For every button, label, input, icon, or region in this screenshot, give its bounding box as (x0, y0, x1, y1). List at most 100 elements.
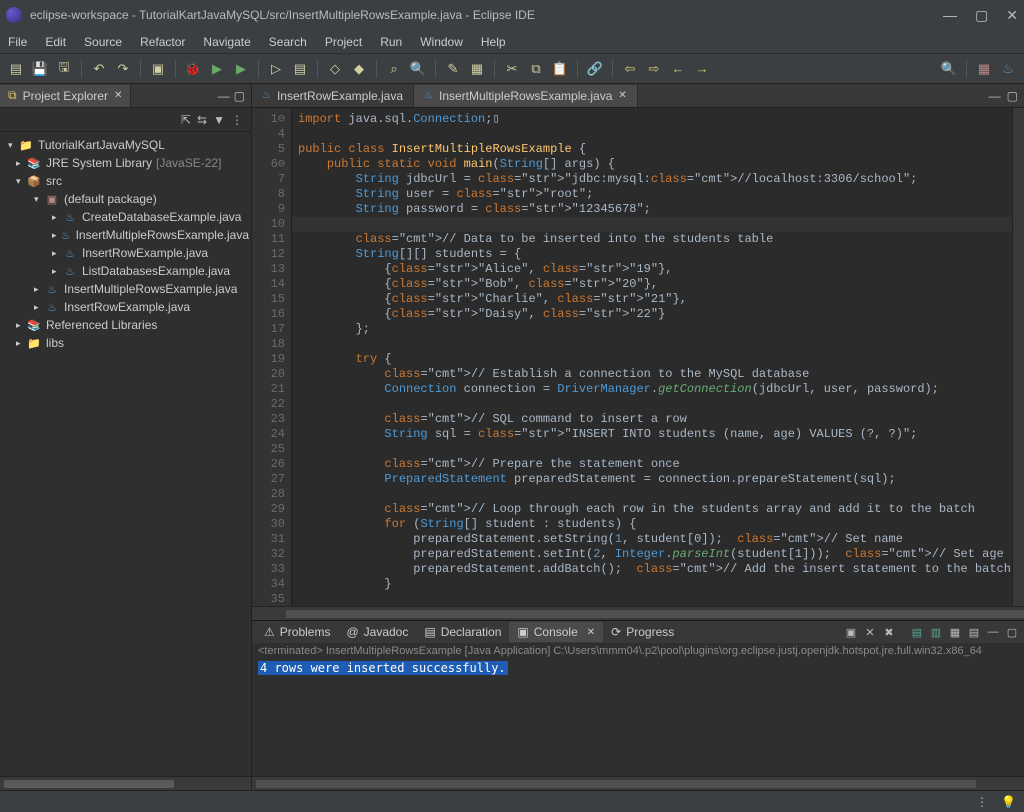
open-console-button[interactable]: ▤ (966, 626, 982, 639)
minimize-panel-button[interactable]: — (985, 626, 1001, 639)
bottom-tab-progress[interactable]: ⟳Progress (603, 622, 682, 642)
project-explorer-tab[interactable]: ⧉ Project Explorer ✕ (0, 85, 131, 107)
build-button[interactable]: ▣ (148, 59, 168, 79)
menu-edit[interactable]: Edit (45, 35, 66, 49)
maximize-editor-button[interactable]: ▢ (1007, 89, 1018, 103)
bottom-tabbar: ⚠Problems@Javadoc▤Declaration▣Console✕⟳P… (252, 621, 1024, 643)
maximize-view-button[interactable]: ▢ (234, 89, 245, 103)
coverage-button[interactable]: ▶ (231, 59, 251, 79)
code-area[interactable]: import java.sql.Connection;▯ public clas… (292, 108, 1012, 606)
code-editor[interactable]: 1⊖ 4 5 6⊖ 7 8 9 10 11 12 13 14 15 16 17 … (252, 108, 1024, 606)
file-node[interactable]: ▸♨CreateDatabaseExample.java (2, 208, 249, 226)
link-editor-button[interactable]: ⇆ (197, 113, 207, 127)
open-type-button[interactable]: ⌕ (384, 59, 404, 79)
copy-button[interactable]: ⧉ (526, 59, 546, 79)
ext-tools-button[interactable]: ▤ (290, 59, 310, 79)
tip-icon[interactable]: 💡 (1001, 795, 1016, 809)
link-button[interactable]: 🔗 (585, 59, 605, 79)
menu-search[interactable]: Search (269, 35, 307, 49)
console-hscrollbar[interactable] (252, 776, 1024, 790)
bottom-tab-javadoc[interactable]: @Javadoc (338, 622, 416, 642)
minimize-button[interactable]: — (943, 7, 957, 24)
save-button[interactable]: 💾 (30, 59, 50, 79)
separator (81, 60, 82, 78)
close-button[interactable]: ✕ (1006, 7, 1018, 24)
referenced-libs-node[interactable]: ▸📚 Referenced Libraries (2, 316, 249, 334)
menu-window[interactable]: Window (420, 35, 463, 49)
status-menu-button[interactable]: ⋮ (976, 795, 991, 809)
run-last-button[interactable]: ▷ (266, 59, 286, 79)
file-node[interactable]: ▸♨InsertRowExample.java (2, 244, 249, 262)
window-title: eclipse-workspace - TutorialKartJavaMySQ… (30, 8, 943, 22)
toggle-mark-button[interactable]: ✎ (443, 59, 463, 79)
scroll-lock-button[interactable]: ▤ (909, 626, 925, 639)
editor-tab-insertmultiple[interactable]: ♨ InsertMultipleRowsExample.java ✕ (414, 85, 638, 107)
redo-button[interactable]: ↷ (113, 59, 133, 79)
editor-tab-insertrow[interactable]: ♨ InsertRowExample.java (252, 85, 414, 107)
menu-project[interactable]: Project (325, 35, 362, 49)
cut-button[interactable]: ✂ (502, 59, 522, 79)
menu-file[interactable]: File (8, 35, 27, 49)
editor-hscrollbar[interactable] (252, 606, 1024, 620)
run-button[interactable]: ▶ (207, 59, 227, 79)
project-node[interactable]: ▾📁 TutorialKartJavaMySQL (2, 136, 249, 154)
display-selected-button[interactable]: ▦ (947, 626, 963, 639)
libs-node[interactable]: ▸📁 libs (2, 334, 249, 352)
file-node[interactable]: ▸♨InsertMultipleRowsExample.java (2, 226, 249, 244)
file-node[interactable]: ▸♨InsertMultipleRowsExample.java (2, 280, 249, 298)
save-all-button[interactable]: 🖫 (54, 59, 74, 79)
nav-back-button[interactable]: ⇦ (620, 59, 640, 79)
declaration-icon: ▤ (424, 625, 435, 639)
new-button[interactable]: ▤ (6, 59, 26, 79)
pin-console-button[interactable]: ▣ (843, 626, 859, 639)
menu-source[interactable]: Source (84, 35, 122, 49)
collapse-all-button[interactable]: ⇱ (181, 113, 191, 127)
menu-help[interactable]: Help (481, 35, 506, 49)
maximize-panel-button[interactable]: ▢ (1004, 626, 1020, 639)
new-class-button[interactable]: ◇ (325, 59, 345, 79)
close-icon[interactable]: ✕ (618, 90, 626, 101)
jre-node[interactable]: ▸📚 JRE System Library [JavaSE-22] (2, 154, 249, 172)
maximize-button[interactable]: ▢ (975, 7, 988, 24)
remove-terminated-button[interactable]: ✖ (881, 626, 897, 639)
sidebar-hscrollbar[interactable] (0, 776, 251, 790)
undo-button[interactable]: ↶ (89, 59, 109, 79)
nav-down-button[interactable]: → (692, 59, 712, 79)
menu-refactor[interactable]: Refactor (140, 35, 185, 49)
file-node[interactable]: ▸♨ListDatabasesExample.java (2, 262, 249, 280)
close-icon[interactable]: ✕ (114, 90, 122, 101)
close-icon[interactable]: ✕ (587, 627, 595, 638)
view-menu-button[interactable]: ⋮ (231, 113, 243, 127)
toggle-block-button[interactable]: ▦ (467, 59, 487, 79)
separator (966, 60, 967, 78)
show-console-button[interactable]: ▥ (928, 626, 944, 639)
search-button[interactable]: 🔍 (408, 59, 428, 79)
java-perspective-button[interactable]: ♨ (998, 59, 1018, 79)
nav-fwd-button[interactable]: ⇨ (644, 59, 664, 79)
bottom-tab-problems[interactable]: ⚠Problems (256, 622, 338, 642)
minimize-editor-button[interactable]: — (989, 89, 1001, 103)
file-label: InsertMultipleRowsExample.java (76, 228, 249, 242)
file-label: InsertMultipleRowsExample.java (64, 282, 237, 296)
editor-vscrollbar[interactable] (1012, 108, 1024, 606)
menu-run[interactable]: Run (380, 35, 402, 49)
paste-button[interactable]: 📋 (550, 59, 570, 79)
nav-up-button[interactable]: ← (668, 59, 688, 79)
bottom-tab-declaration[interactable]: ▤Declaration (416, 622, 509, 642)
src-node[interactable]: ▾📦 src (2, 172, 249, 190)
bottom-tab-console[interactable]: ▣Console✕ (509, 622, 603, 642)
console-output[interactable]: 4 rows were inserted successfully. (252, 661, 1024, 776)
quick-access-button[interactable]: 🔍 (939, 59, 959, 79)
debug-button[interactable]: 🐞 (183, 59, 203, 79)
file-node[interactable]: ▸♨InsertRowExample.java (2, 298, 249, 316)
open-perspective-button[interactable]: ▦ (974, 59, 994, 79)
menu-navigate[interactable]: Navigate (203, 35, 250, 49)
project-tree[interactable]: ▾📁 TutorialKartJavaMySQL ▸📚 JRE System L… (0, 132, 251, 776)
console-line: 4 rows were inserted successfully. (258, 661, 508, 675)
filter-button[interactable]: ▼ (213, 113, 225, 127)
clear-console-button[interactable]: ✕ (862, 626, 878, 639)
package-node[interactable]: ▾▣ (default package) (2, 190, 249, 208)
separator (317, 60, 318, 78)
new-package-button[interactable]: ◆ (349, 59, 369, 79)
minimize-view-button[interactable]: — (218, 89, 230, 103)
